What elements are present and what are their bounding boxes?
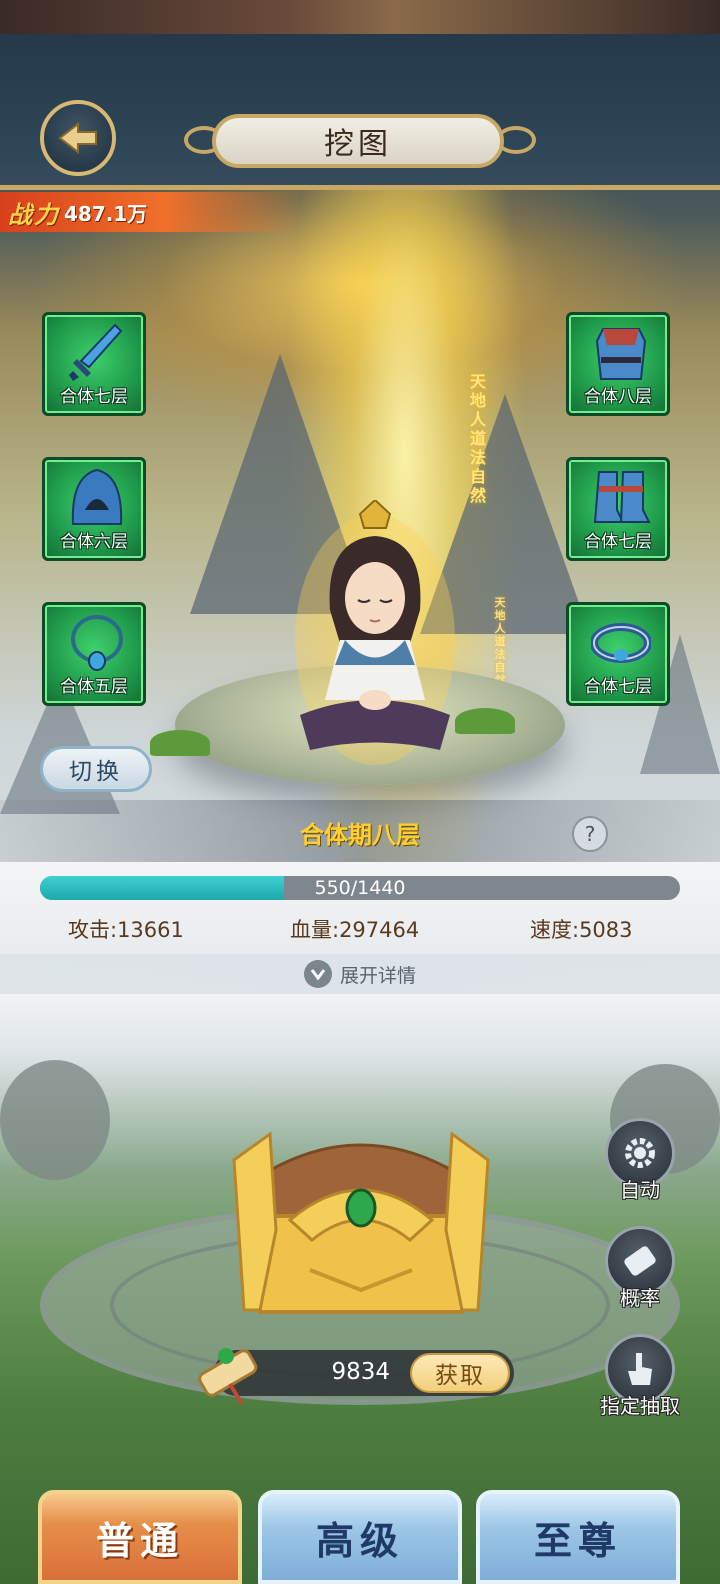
tab-advanced[interactable]: 高级 <box>258 1490 462 1584</box>
help-button[interactable]: ? <box>572 816 608 852</box>
switch-button[interactable]: 切换 <box>40 746 152 792</box>
equip-slot-belt[interactable]: 合体七层 <box>566 602 670 706</box>
equip-slot-armor[interactable]: 合体八层 <box>566 312 670 416</box>
hero-character[interactable] <box>290 500 460 770</box>
page-title: 挖图 <box>324 127 392 162</box>
scroll-count: 9834 <box>331 1359 390 1385</box>
equip-slot-boots[interactable]: 合体七层 <box>566 457 670 561</box>
back-button[interactable] <box>40 100 116 176</box>
stat-hp: 血量:297464 <box>290 918 420 942</box>
sword-icon <box>69 323 123 381</box>
equip-level-label: 合体七层 <box>584 677 652 697</box>
specify-draw-button[interactable]: 指定抽取 <box>580 1334 700 1419</box>
title-plate: 挖图 <box>212 114 504 168</box>
equip-slot-necklace[interactable]: 合体五层 <box>42 602 146 706</box>
expand-details-label: 展开详情 <box>339 964 416 987</box>
necklace-icon <box>71 615 123 671</box>
combat-power-bar: 战力 487.1万 <box>0 192 300 232</box>
treasure-chest[interactable] <box>230 1120 492 1320</box>
chevron-down-icon <box>303 960 332 988</box>
combat-power-value: 487.1万 <box>64 201 148 226</box>
probability-button[interactable]: 概率 <box>590 1226 690 1311</box>
equip-level-label: 合体六层 <box>60 532 128 552</box>
back-arrow-icon <box>58 121 97 155</box>
tab-supreme[interactable]: 至尊 <box>476 1490 680 1584</box>
top-decor-strip <box>0 0 720 34</box>
belt-icon <box>591 623 651 663</box>
equip-slot-weapon[interactable]: 合体七层 <box>42 312 146 416</box>
stat-speed: 速度:5083 <box>530 918 633 942</box>
calligraphy-vertical: 天地人道法自然 <box>469 372 486 505</box>
treasure-map-scroll-icon <box>198 1348 258 1406</box>
equip-level-label: 合体五层 <box>60 677 128 697</box>
grass-decor <box>150 730 210 756</box>
hood-icon <box>71 468 123 525</box>
auto-label: 自动 <box>620 1178 660 1202</box>
boots-icon <box>593 471 651 523</box>
calligraphy-vertical-small: 天地人道法自然 <box>494 596 506 687</box>
specify-draw-label: 指定抽取 <box>600 1394 680 1418</box>
realm-name: 合体期八层 <box>300 821 420 849</box>
expand-details-button[interactable]: 展开详情 <box>0 954 720 994</box>
equip-slot-helmet[interactable]: 合体六层 <box>42 457 146 561</box>
grass-decor <box>455 708 515 734</box>
probability-label: 概率 <box>620 1286 660 1310</box>
question-icon: ? <box>584 822 596 846</box>
rock-decor <box>0 1060 110 1180</box>
stat-attack: 攻击:13661 <box>68 918 184 942</box>
combat-power-label: 战力 <box>8 199 60 229</box>
armor-icon <box>595 328 647 380</box>
xp-progress-text: 550/1440 <box>314 877 406 899</box>
equip-level-label: 合体七层 <box>60 387 128 407</box>
get-scrolls-button[interactable]: 获取 <box>410 1353 510 1393</box>
tab-normal[interactable]: 普通 <box>38 1490 242 1584</box>
equip-level-label: 合体八层 <box>584 387 652 407</box>
auto-button[interactable]: 自动 <box>590 1118 690 1203</box>
equip-level-label: 合体七层 <box>584 532 652 552</box>
